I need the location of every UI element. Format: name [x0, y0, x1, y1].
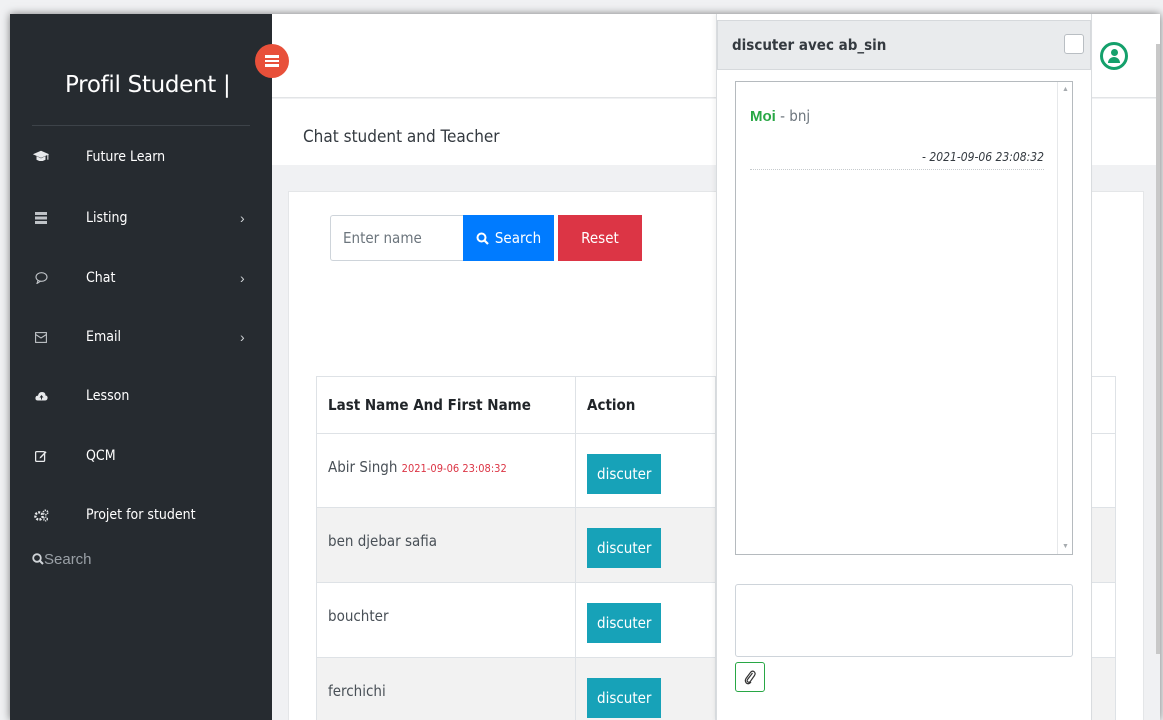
action-cell: discuter [575, 433, 716, 508]
sidebar-brand: Profil Student | [65, 72, 231, 98]
discuter-button[interactable]: discuter [587, 678, 662, 718]
message-separator: - [775, 107, 790, 125]
scroll-up-icon[interactable]: ▲ [1062, 86, 1069, 93]
sidebar-divider [32, 125, 250, 126]
chat-scrollbar[interactable]: ▲ ▼ [1057, 82, 1072, 554]
scroll-down-icon[interactable]: ▼ [1062, 543, 1069, 550]
sidebar-item-label: Future Learn [86, 149, 166, 165]
sidebar: Profil Student | Future Learn Listing › … [10, 14, 272, 720]
chat-compose-input[interactable] [735, 584, 1073, 657]
edit-icon [32, 447, 50, 465]
sidebar-item-label: Email [86, 329, 121, 345]
page-title: Chat student and Teacher [303, 127, 500, 147]
discuter-button[interactable]: discuter [587, 454, 662, 494]
user-name: Abir Singh [328, 458, 398, 476]
sidebar-item-label: QCM [86, 448, 116, 464]
sidebar-item-label: Chat [86, 270, 116, 286]
envelope-icon [32, 328, 50, 346]
chat-header: discuter avec ab_sin [717, 20, 1091, 70]
action-cell: discuter [575, 507, 716, 583]
chevron-right-icon: › [240, 329, 245, 345]
chat-title: discuter avec ab_sin [732, 36, 887, 54]
sidebar-item-label: Listing [86, 210, 128, 226]
search-icon [32, 553, 44, 565]
user-name: bouchter [328, 607, 389, 625]
user-name-cell: ben djebar safia [316, 507, 576, 583]
search-button[interactable]: Search [463, 215, 554, 261]
column-header-name: Last Name And First Name [316, 376, 576, 434]
sidebar-item-label: Lesson [86, 388, 130, 404]
page-scrollbar[interactable] [1156, 44, 1160, 654]
chat-message: Moi - bnj - 2021-09-06 23:08:32 [750, 107, 1044, 170]
user-name: ferchichi [328, 682, 386, 700]
sidebar-search[interactable]: Search [32, 551, 92, 568]
message-divider [750, 169, 1044, 170]
action-cell: discuter [575, 657, 716, 720]
user-name: ben djebar safia [328, 532, 438, 550]
paperclip-icon [744, 670, 756, 685]
search-icon [476, 232, 489, 245]
message-time: - 2021-09-06 23:08:32 [922, 150, 1044, 164]
cloud-upload-icon [32, 387, 50, 405]
cogs-icon [32, 506, 50, 524]
server-icon [32, 209, 50, 227]
chat-bubble-icon [32, 269, 50, 287]
user-icon[interactable] [1100, 42, 1128, 70]
sidebar-item-chat[interactable]: Chat › [10, 258, 272, 298]
graduation-cap-icon [32, 148, 50, 166]
discuter-button[interactable]: discuter [587, 603, 662, 643]
column-header-action: Action [575, 376, 716, 434]
sidebar-item-label: Projet for student [86, 507, 196, 523]
message-sender: Moi [750, 108, 776, 125]
search-bar: Search Reset [330, 215, 642, 261]
sidebar-item-projet[interactable]: Projet for student [10, 495, 272, 535]
chat-messages: Moi - bnj - 2021-09-06 23:08:32 ▲ ▼ [735, 81, 1073, 555]
chevron-right-icon: › [240, 210, 245, 226]
search-input[interactable] [330, 215, 463, 261]
sidebar-item-qcm[interactable]: QCM [10, 436, 272, 476]
message-text: bnj [789, 107, 811, 125]
discuter-button[interactable]: discuter [587, 528, 662, 568]
chat-panel: discuter avec ab_sin Moi - bnj - 2021-09… [716, 14, 1092, 720]
reset-button[interactable]: Reset [558, 215, 642, 261]
app-window: Profil Student | Future Learn Listing › … [10, 14, 1160, 720]
last-message-timestamp: 2021-09-06 23:08:32 [401, 462, 507, 475]
attach-button[interactable] [735, 662, 765, 692]
sidebar-toggle-button[interactable] [255, 44, 289, 78]
user-name-cell: ferchichi [316, 657, 576, 720]
chevron-right-icon: › [240, 270, 245, 286]
sidebar-item-lesson[interactable]: Lesson [10, 376, 272, 416]
sidebar-search-label: Search [44, 551, 92, 568]
user-name-cell: Abir Singh 2021-09-06 23:08:32 [316, 433, 576, 508]
user-name-cell: bouchter [316, 582, 576, 658]
menu-icon [265, 55, 279, 67]
action-cell: discuter [575, 582, 716, 658]
sidebar-item-email[interactable]: Email › [10, 317, 272, 357]
chat-close-checkbox[interactable] [1064, 34, 1084, 54]
sidebar-item-listing[interactable]: Listing › [10, 198, 272, 238]
sidebar-item-future-learn[interactable]: Future Learn [10, 137, 272, 177]
search-button-label: Search [494, 229, 542, 247]
